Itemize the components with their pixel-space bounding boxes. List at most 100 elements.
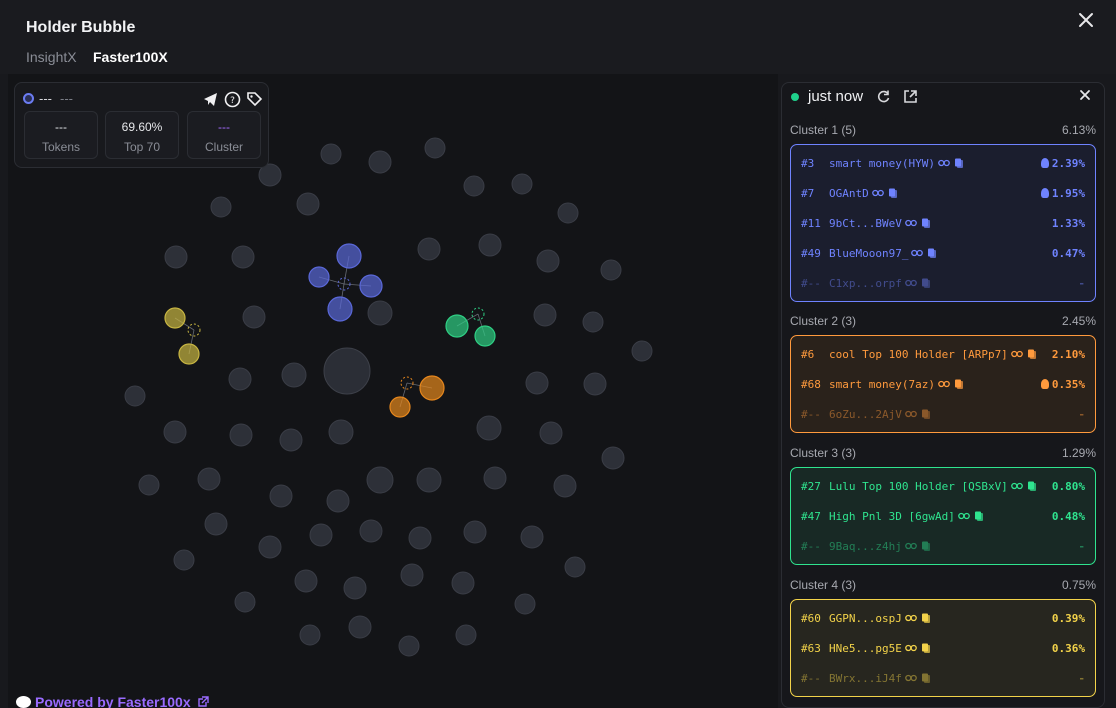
- powered-by-link[interactable]: Powered by Faster100x: [16, 694, 209, 708]
- holder-name[interactable]: High Pnl 3D [6gwAd]: [829, 510, 985, 523]
- copy-icon[interactable]: [926, 248, 938, 258]
- holder-bubble[interactable]: [582, 311, 604, 333]
- holder-bubble[interactable]: [455, 624, 477, 646]
- holder-name[interactable]: OGAntD: [829, 187, 899, 200]
- link-icon[interactable]: [938, 379, 950, 389]
- telegram-icon[interactable]: [202, 91, 219, 108]
- holder-bubble[interactable]: [164, 245, 188, 269]
- cluster-bubble[interactable]: [359, 274, 383, 298]
- cluster-bubble[interactable]: [474, 325, 496, 347]
- holder-name[interactable]: HNe5...pg5E: [829, 642, 932, 655]
- holder-bubble[interactable]: [463, 520, 487, 544]
- holder-bubble[interactable]: [326, 489, 350, 513]
- cluster-bubble[interactable]: [419, 375, 445, 401]
- holder-bubble[interactable]: [520, 525, 544, 549]
- tag-icon[interactable]: [246, 91, 263, 108]
- holder-row[interactable]: #27 Lulu Top 100 Holder [QSBxV] 0.80%: [791, 472, 1095, 502]
- close-icon[interactable]: [1074, 8, 1098, 32]
- largest-holder-bubble[interactable]: [323, 347, 371, 395]
- link-icon[interactable]: [957, 511, 970, 521]
- holder-name[interactable]: 6oZu...2AjV: [829, 408, 932, 421]
- holder-row[interactable]: #49 BlueMooon97_ 0.47%: [791, 239, 1095, 269]
- holder-row[interactable]: #68 smart money(7az) 0.35%: [791, 370, 1095, 400]
- bubble-map[interactable]: [8, 74, 778, 708]
- holder-bubble[interactable]: [366, 466, 394, 494]
- holder-name[interactable]: C1xp...orpf: [829, 277, 932, 290]
- holder-bubble[interactable]: [478, 233, 502, 257]
- holder-bubble[interactable]: [138, 474, 160, 496]
- holder-row[interactable]: #63 HNe5...pg5E 0.36%: [791, 634, 1095, 664]
- open-external-icon[interactable]: [903, 89, 918, 104]
- holder-bubble[interactable]: [417, 237, 441, 261]
- holder-bubble[interactable]: [359, 519, 383, 543]
- bubble-map-canvas[interactable]: [8, 74, 778, 708]
- holder-bubble[interactable]: [539, 421, 563, 445]
- holder-name[interactable]: Lulu Top 100 Holder [QSBxV]: [829, 480, 1038, 493]
- link-icon[interactable]: [905, 673, 917, 683]
- tab-insightx[interactable]: InsightX: [26, 49, 77, 65]
- holder-name[interactable]: BlueMooon97_: [829, 247, 938, 260]
- copy-icon[interactable]: [920, 643, 932, 653]
- holder-bubble[interactable]: [210, 196, 232, 218]
- copy-icon[interactable]: [953, 379, 965, 389]
- copy-icon[interactable]: [920, 541, 932, 551]
- cluster-bubble[interactable]: [308, 266, 330, 288]
- holder-row[interactable]: #11 9bCt...BWeV 1.33%: [791, 209, 1095, 239]
- cluster-bubble[interactable]: [164, 307, 186, 329]
- link-icon[interactable]: [905, 541, 917, 551]
- copy-icon[interactable]: [920, 278, 932, 288]
- holder-bubble[interactable]: [583, 372, 607, 396]
- holder-bubble[interactable]: [553, 474, 577, 498]
- holder-bubble[interactable]: [269, 484, 293, 508]
- copy-icon[interactable]: [1026, 349, 1038, 359]
- tab-faster100x[interactable]: Faster100X: [93, 49, 168, 65]
- link-icon[interactable]: [938, 158, 950, 168]
- copy-icon[interactable]: [920, 218, 932, 228]
- holder-bubble[interactable]: [424, 137, 446, 159]
- copy-icon[interactable]: [887, 188, 899, 198]
- holder-bubble[interactable]: [228, 367, 252, 391]
- holder-name[interactable]: 9bCt...BWeV: [829, 217, 932, 230]
- link-icon[interactable]: [1010, 349, 1023, 359]
- holder-bubble[interactable]: [483, 466, 507, 490]
- holder-bubble[interactable]: [367, 300, 393, 326]
- cluster-bubble[interactable]: [178, 343, 200, 365]
- holder-bubble[interactable]: [476, 415, 502, 441]
- holder-bubble[interactable]: [564, 556, 586, 578]
- holder-bubble[interactable]: [557, 202, 579, 224]
- holder-bubble[interactable]: [124, 385, 146, 407]
- cluster-bubble[interactable]: [389, 396, 411, 418]
- holder-name[interactable]: BWrx...iJ4f: [829, 672, 932, 685]
- holder-row[interactable]: #6 cool Top 100 Holder [ARPp7] 2.10%: [791, 340, 1095, 370]
- holder-bubble[interactable]: [368, 150, 392, 174]
- holder-bubble[interactable]: [294, 569, 318, 593]
- holder-row[interactable]: #-- 6oZu...2AjV -: [791, 400, 1095, 430]
- link-icon[interactable]: [905, 218, 917, 228]
- holder-bubble[interactable]: [242, 305, 266, 329]
- holder-bubble[interactable]: [398, 635, 420, 657]
- link-icon[interactable]: [911, 248, 924, 258]
- holder-bubble[interactable]: [511, 173, 533, 195]
- copy-icon[interactable]: [920, 613, 932, 623]
- holder-bubble[interactable]: [525, 371, 549, 395]
- holder-bubble[interactable]: [173, 549, 195, 571]
- copy-icon[interactable]: [1026, 481, 1038, 491]
- holder-row[interactable]: #3 smart money(HYW) 2.39%: [791, 149, 1095, 179]
- holder-name[interactable]: smart money(7az): [829, 378, 965, 391]
- holder-name[interactable]: GGPN...ospJ: [829, 612, 932, 625]
- link-icon[interactable]: [905, 613, 917, 623]
- holder-bubble[interactable]: [533, 303, 557, 327]
- holder-bubble[interactable]: [416, 467, 442, 493]
- holder-bubble[interactable]: [299, 624, 321, 646]
- holder-bubble[interactable]: [279, 428, 303, 452]
- copy-icon[interactable]: [953, 158, 965, 168]
- link-icon[interactable]: [1010, 481, 1023, 491]
- holder-bubble[interactable]: [536, 249, 560, 273]
- holder-bubble[interactable]: [601, 446, 625, 470]
- cluster-bubble[interactable]: [336, 243, 362, 269]
- holder-name[interactable]: 9Baq...z4hj: [829, 540, 932, 553]
- holder-bubble[interactable]: [343, 576, 367, 600]
- holder-bubble[interactable]: [231, 245, 255, 269]
- holder-bubble[interactable]: [451, 571, 475, 595]
- copy-icon[interactable]: [920, 673, 932, 683]
